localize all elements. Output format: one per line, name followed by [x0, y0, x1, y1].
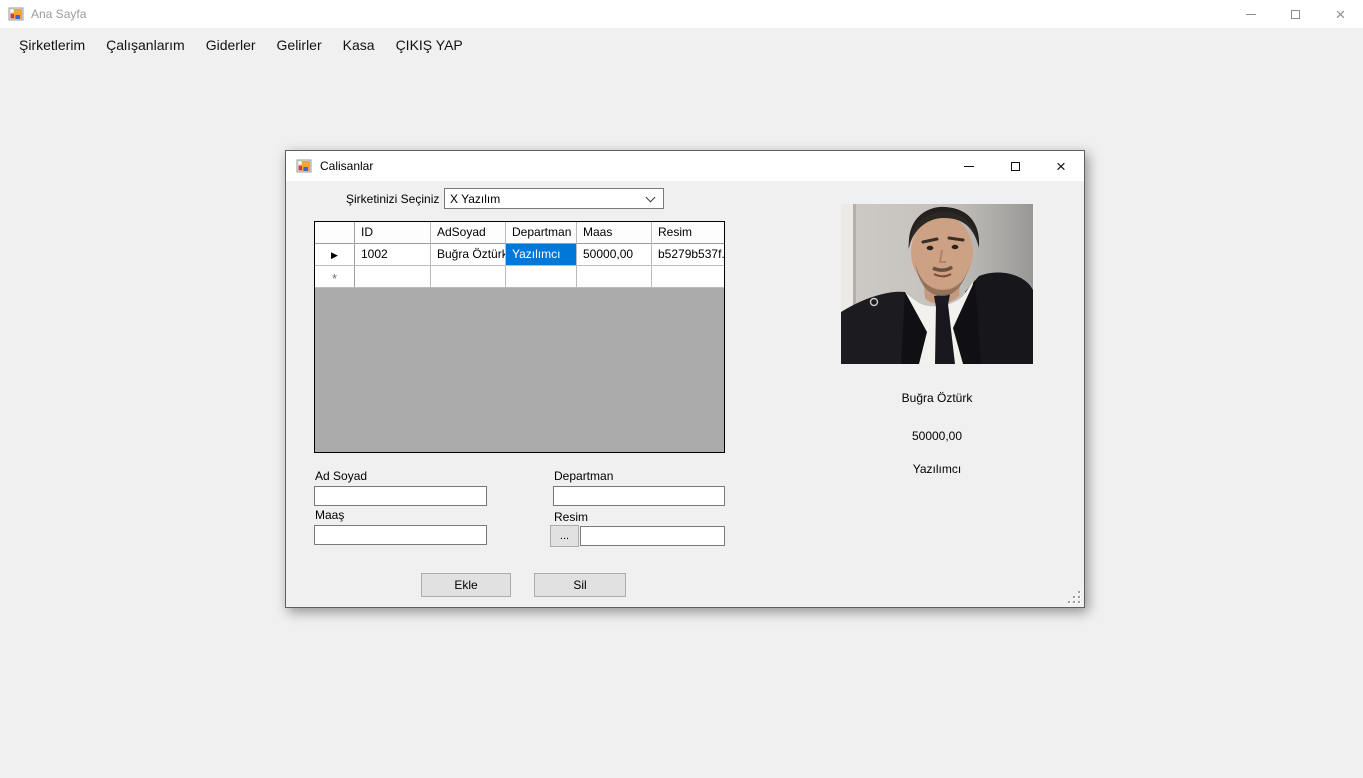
close-icon: × [1336, 6, 1346, 23]
grid-new-row-selector[interactable]: * [315, 266, 355, 288]
employee-photo [841, 204, 1033, 364]
grid-new-cell-resim[interactable] [652, 266, 724, 288]
dialog-calisanlar: Calisanlar × Şirketinizi Seçiniz X Yazıl… [285, 150, 1085, 608]
grid-data-row: ▶ 1002 Buğra Öztürk Yazılımcı 50000,00 b… [315, 244, 724, 266]
preview-department: Yazılımcı [841, 462, 1033, 476]
grid-header-selector [315, 222, 355, 244]
resize-grip[interactable] [1068, 591, 1081, 604]
current-row-arrow-icon: ▶ [331, 250, 338, 260]
grid-new-cell-maas[interactable] [577, 266, 652, 288]
grid-header-adsoyad[interactable]: AdSoyad [431, 222, 506, 244]
company-picker-label: Şirketinizi Seçiniz [346, 192, 439, 206]
browse-resim-button[interactable]: ... [550, 525, 579, 547]
grid-header-resim[interactable]: Resim [652, 222, 724, 244]
departman-label: Departman [554, 469, 613, 483]
grid-new-cell-id[interactable] [355, 266, 431, 288]
menubar: Şirketlerim Çalışanlarım Giderler Gelirl… [0, 28, 1363, 62]
menu-item-gelirler[interactable]: Gelirler [268, 31, 331, 59]
main-window-controls: × [1228, 0, 1363, 28]
grid-header-departman[interactable]: Departman [506, 222, 577, 244]
maximize-icon [1291, 10, 1300, 19]
grid-row-selector[interactable]: ▶ [315, 244, 355, 266]
ekle-button[interactable]: Ekle [421, 573, 511, 597]
close-icon: × [1056, 158, 1066, 175]
dialog-close-button[interactable]: × [1038, 151, 1084, 181]
company-combobox[interactable]: X Yazılım [444, 188, 664, 209]
maas-label: Maaş [315, 508, 344, 522]
grid-new-cell-departman[interactable] [506, 266, 577, 288]
preview-salary: 50000,00 [841, 429, 1033, 443]
resim-input[interactable] [580, 526, 725, 546]
departman-input[interactable] [553, 486, 725, 506]
employees-datagrid: ID AdSoyad Departman Maas Resim ▶ 1002 B… [314, 221, 725, 453]
grid-header-row: ID AdSoyad Departman Maas Resim [315, 222, 724, 244]
menu-item-sirketlerim[interactable]: Şirketlerim [10, 31, 94, 59]
minimize-button[interactable] [1228, 0, 1273, 28]
resim-label: Resim [554, 510, 588, 524]
adsoyad-input[interactable] [314, 486, 487, 506]
main-titlebar[interactable]: Ana Sayfa × [0, 0, 1363, 28]
close-button[interactable]: × [1318, 0, 1363, 28]
window-title: Ana Sayfa [31, 7, 86, 21]
minimize-icon [1246, 14, 1256, 15]
adsoyad-label: Ad Soyad [315, 469, 367, 483]
maas-input[interactable] [314, 525, 487, 545]
chevron-down-icon [646, 193, 656, 203]
menu-item-kasa[interactable]: Kasa [334, 31, 384, 59]
dialog-body: Şirketinizi Seçiniz X Yazılım ID AdSoyad… [286, 181, 1084, 607]
grid-new-row: * [315, 266, 724, 288]
grid-cell-id[interactable]: 1002 [355, 244, 431, 266]
minimize-icon [964, 166, 974, 167]
grid-cell-resim[interactable]: b5279b537f... [652, 244, 724, 266]
dialog-window-controls: × [946, 151, 1084, 181]
grid-new-cell-adsoyad[interactable] [431, 266, 506, 288]
menu-item-calisanlarim[interactable]: Çalışanlarım [97, 31, 194, 59]
dialog-minimize-button[interactable] [946, 151, 992, 181]
grid-header-maas[interactable]: Maas [577, 222, 652, 244]
app-icon [8, 6, 24, 22]
dialog-maximize-button[interactable] [992, 151, 1038, 181]
dialog-title: Calisanlar [320, 159, 373, 173]
maximize-icon [1011, 162, 1020, 171]
dialog-titlebar[interactable]: Calisanlar × [286, 151, 1084, 181]
preview-name: Buğra Öztürk [841, 391, 1033, 405]
grid-cell-adsoyad[interactable]: Buğra Öztürk [431, 244, 506, 266]
menu-item-giderler[interactable]: Giderler [197, 31, 265, 59]
grid-header-id[interactable]: ID [355, 222, 431, 244]
new-row-asterisk-icon: * [332, 271, 337, 286]
maximize-button[interactable] [1273, 0, 1318, 28]
menu-item-cikis-yap[interactable]: ÇIKIŞ YAP [387, 31, 472, 59]
grid-cell-maas[interactable]: 50000,00 [577, 244, 652, 266]
company-combobox-value: X Yazılım [450, 192, 500, 206]
sil-button[interactable]: Sil [534, 573, 626, 597]
grid-cell-departman-selected[interactable]: Yazılımcı [506, 244, 577, 266]
dialog-app-icon [296, 158, 312, 174]
